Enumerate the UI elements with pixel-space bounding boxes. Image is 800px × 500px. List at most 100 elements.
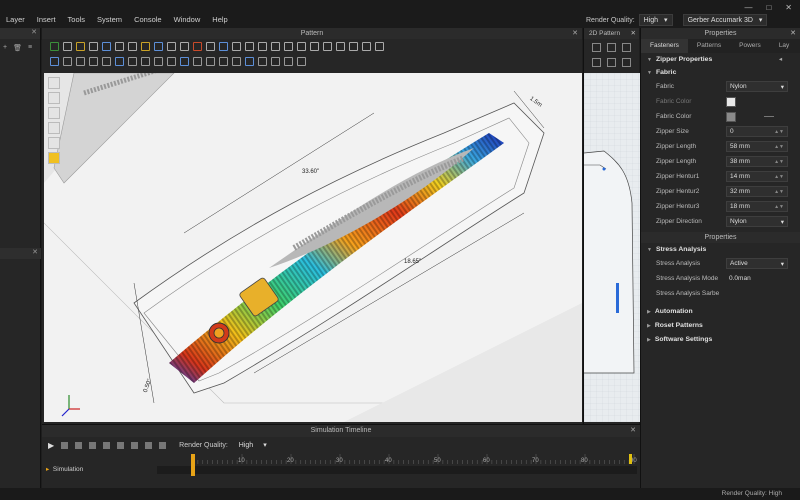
close-icon[interactable]: ✕ xyxy=(31,28,37,39)
timeline-render-select[interactable]: High ▾ xyxy=(235,439,271,451)
toolbar-tool-icon[interactable] xyxy=(297,57,306,66)
tab-lay[interactable]: Lay ◂ xyxy=(770,39,800,63)
close-icon[interactable]: ✕ xyxy=(631,28,636,39)
toolbar-tool-icon[interactable] xyxy=(297,42,306,51)
toolbar-tool-icon[interactable] xyxy=(89,42,98,51)
toolbar-tool-icon[interactable] xyxy=(180,42,189,51)
menu-item-4[interactable]: Console xyxy=(134,15,162,24)
rotate-tool-icon[interactable] xyxy=(48,92,60,104)
property-input[interactable]: 0.0man xyxy=(726,273,788,284)
spinner-icon[interactable]: ▲▼ xyxy=(774,144,784,150)
menu-item-2[interactable]: Tools xyxy=(68,15,86,24)
menu-item-0[interactable]: Layer xyxy=(6,15,25,24)
system-select[interactable]: Gerber Accumark 3D ▾ xyxy=(682,14,768,26)
collapsed-section[interactable]: ▶ Roset Patterns xyxy=(641,319,800,332)
property-input[interactable]: 58 mm ▲▼ xyxy=(726,141,788,152)
color-tool-icon[interactable] xyxy=(48,152,60,164)
fabric-section[interactable]: ▼ Fabric xyxy=(641,66,800,79)
color-swatch[interactable] xyxy=(726,111,736,122)
color-slider-icon[interactable] xyxy=(764,116,774,117)
select-tool-icon[interactable] xyxy=(48,77,60,89)
spinner-icon[interactable]: ▲▼ xyxy=(774,159,784,165)
menu-item-1[interactable]: Insert xyxy=(37,15,56,24)
toolbar-tool-icon[interactable] xyxy=(271,42,280,51)
zipper-properties-section[interactable]: ▼ Zipper Properties xyxy=(641,53,800,66)
toolbar-tool-icon[interactable] xyxy=(167,42,176,51)
toolbar-tool-icon[interactable] xyxy=(141,57,150,66)
menu-item-3[interactable]: System xyxy=(97,15,122,24)
toolbar-tool-icon[interactable] xyxy=(141,42,150,51)
property-select[interactable]: Nylon ▾ xyxy=(726,81,788,92)
spinner-icon[interactable]: ▲▼ xyxy=(774,189,784,195)
toolbar-tool-icon[interactable] xyxy=(219,57,228,66)
tool-icon[interactable] xyxy=(592,43,601,52)
toolbar-tool-icon[interactable] xyxy=(375,42,384,51)
add-icon[interactable]: + xyxy=(3,44,7,52)
toolbar-tool-icon[interactable] xyxy=(76,42,85,51)
toolbar-tool-icon[interactable] xyxy=(102,42,111,51)
toolbar-tool-icon[interactable] xyxy=(219,42,228,51)
toolbar-tool-icon[interactable] xyxy=(115,42,124,51)
toolbar-tool-icon[interactable] xyxy=(154,57,163,66)
toolbar-tool-icon[interactable] xyxy=(154,42,163,51)
tool-icon[interactable] xyxy=(592,57,601,67)
toolbar-tool-icon[interactable] xyxy=(193,57,202,66)
fit-tool-icon[interactable] xyxy=(48,137,60,149)
spinner-icon[interactable]: ▲▼ xyxy=(774,174,784,180)
step-back-icon[interactable] xyxy=(75,441,83,449)
toolbar-tool-icon[interactable] xyxy=(323,42,332,51)
menu-icon[interactable]: ≡ xyxy=(28,44,32,52)
toolbar-tool-icon[interactable] xyxy=(180,57,189,66)
toolbar-tool-icon[interactable] xyxy=(258,42,267,51)
zoom-tool-icon[interactable] xyxy=(48,122,60,134)
stop-icon[interactable] xyxy=(61,441,69,449)
timeline-track[interactable]: 10 20 30 40 50 60 70 80 90 xyxy=(157,454,637,476)
toolbar-tool-icon[interactable] xyxy=(245,42,254,51)
toolbar-tool-icon[interactable] xyxy=(89,57,98,66)
toolbar-tool-icon[interactable] xyxy=(284,57,293,66)
close-icon[interactable]: ✕ xyxy=(785,3,792,12)
expand-arrow-icon[interactable]: ▸ xyxy=(46,466,49,473)
property-select[interactable]: Nylon ▾ xyxy=(726,216,788,227)
tool-icon[interactable] xyxy=(622,57,631,67)
close-icon[interactable]: ✕ xyxy=(32,248,38,259)
close-icon[interactable]: ✕ xyxy=(790,28,796,39)
property-select[interactable]: Active ▾ xyxy=(726,258,788,269)
spinner-icon[interactable]: ▲▼ xyxy=(774,204,784,210)
color-swatch[interactable] xyxy=(726,96,736,107)
render-quality-select[interactable]: High ▾ xyxy=(638,14,673,26)
toolbar-tool-icon[interactable] xyxy=(76,57,85,66)
toolbar-tool-icon[interactable] xyxy=(167,57,176,66)
toolbar-tool-icon[interactable] xyxy=(258,57,267,66)
toolbar-tool-icon[interactable] xyxy=(245,57,254,66)
menu-item-5[interactable]: Window xyxy=(174,15,201,24)
toolbar-tool-icon[interactable] xyxy=(232,42,241,51)
property-input[interactable]: 14 mm ▲▼ xyxy=(726,171,788,182)
2d-pattern-canvas[interactable] xyxy=(584,73,640,422)
spinner-icon[interactable]: ▲▼ xyxy=(774,129,784,135)
loop-icon[interactable] xyxy=(145,441,153,449)
tab-scroll-icon[interactable]: ◂ xyxy=(779,56,782,63)
play-icon[interactable]: ▶ xyxy=(48,441,54,450)
toolbar-tool-icon[interactable] xyxy=(310,42,319,51)
keyframe-icon[interactable] xyxy=(117,441,125,449)
close-icon[interactable]: ✕ xyxy=(572,28,578,39)
playhead-handle[interactable] xyxy=(191,454,195,476)
toolbar-tool-icon[interactable] xyxy=(336,42,345,51)
tool-icon[interactable] xyxy=(622,43,631,52)
step-forward-icon[interactable] xyxy=(103,441,111,449)
toolbar-tool-icon[interactable] xyxy=(50,42,59,51)
toolbar-tool-icon[interactable] xyxy=(206,57,215,66)
pan-tool-icon[interactable] xyxy=(48,107,60,119)
toolbar-tool-icon[interactable] xyxy=(271,57,280,66)
property-input[interactable]: 38 mm ▲▼ xyxy=(726,156,788,167)
toolbar-tool-icon[interactable] xyxy=(349,42,358,51)
collapsed-section[interactable]: ▶ Software Settings xyxy=(641,333,800,346)
toolbar-tool-icon[interactable] xyxy=(362,42,371,51)
toolbar-tool-icon[interactable] xyxy=(50,57,59,66)
end-marker[interactable] xyxy=(629,454,632,464)
rewind-icon[interactable] xyxy=(89,441,97,449)
tab-patterns[interactable]: Patterns xyxy=(688,39,730,53)
tab-fasteners[interactable]: Fasteners xyxy=(641,39,688,53)
delete-icon[interactable]: 🗑 xyxy=(13,44,22,52)
